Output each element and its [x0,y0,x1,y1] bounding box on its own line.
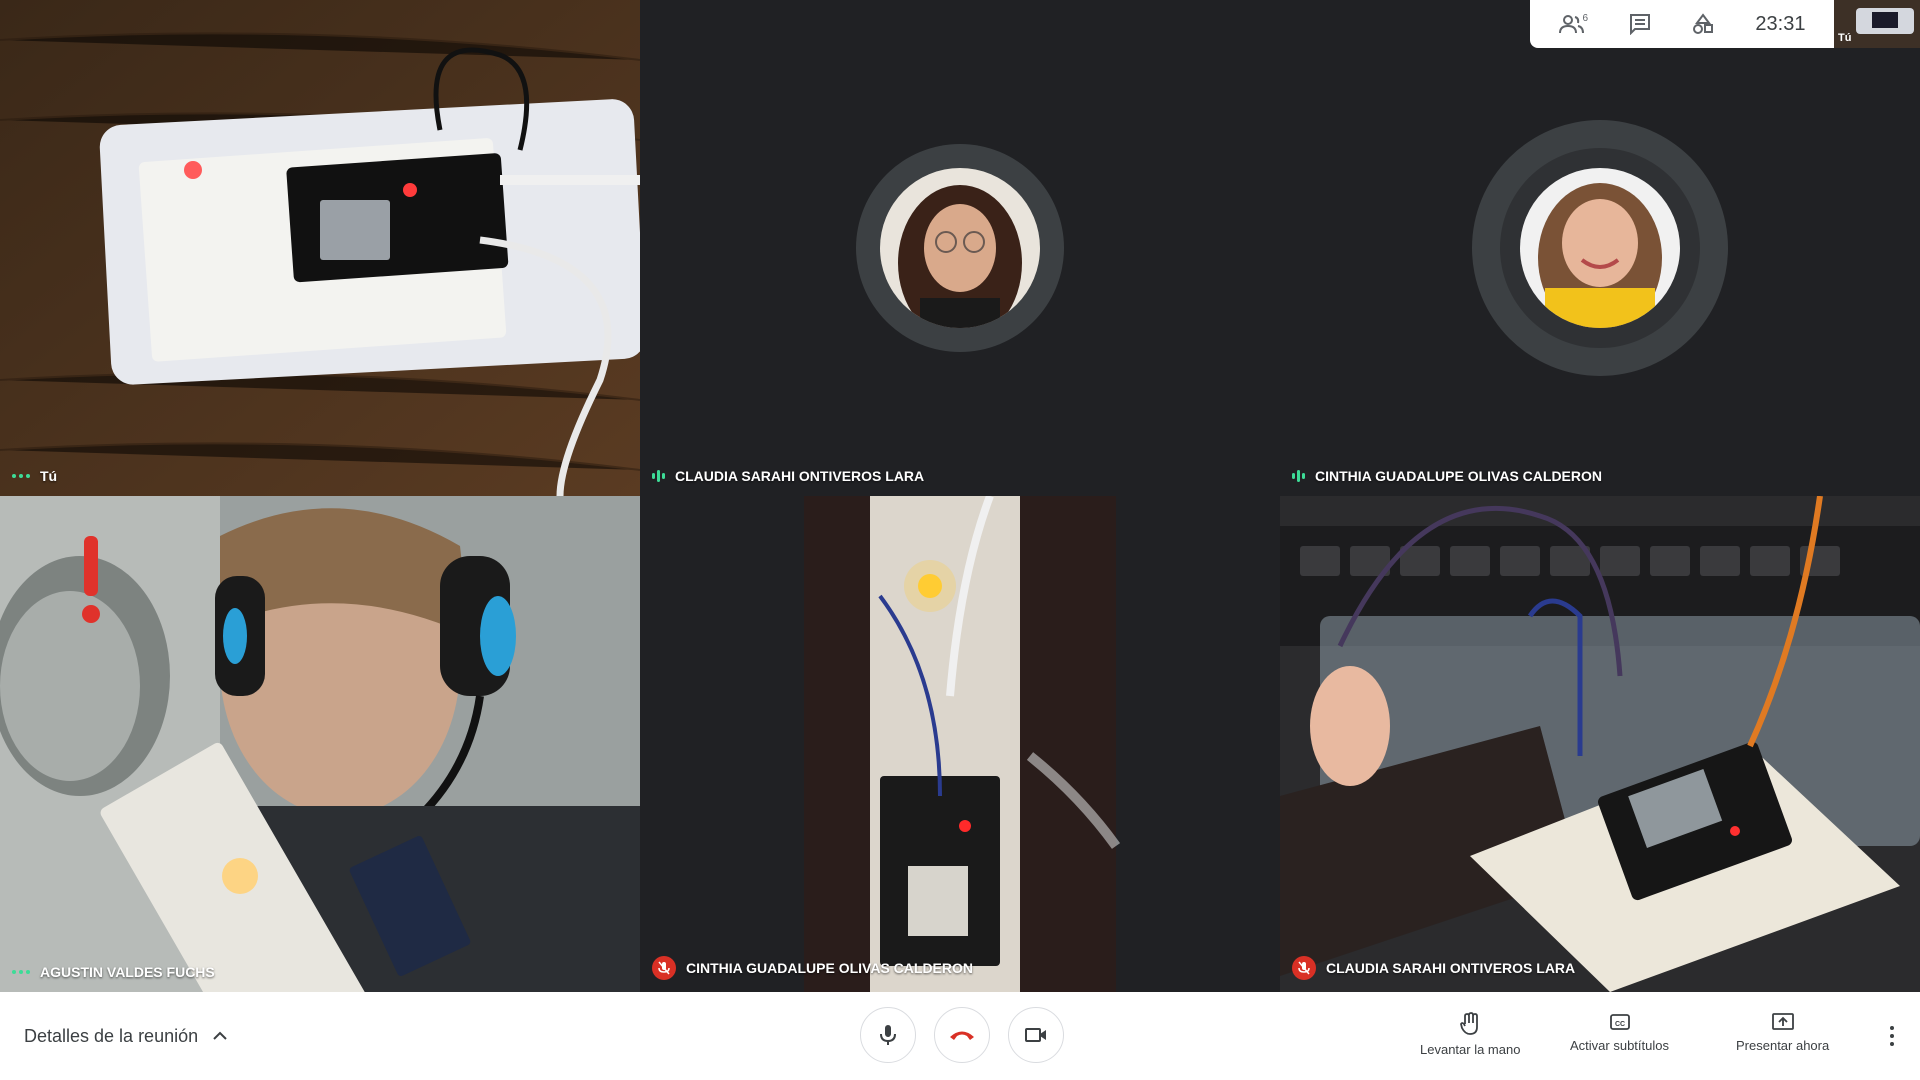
mic-off-icon [1292,956,1316,980]
top-info-bar: 6 23:31 [1530,0,1834,48]
video-feed-breadboard [1280,496,1920,992]
present-now-button[interactable]: Presentar ahora [1736,1012,1829,1053]
video-grid: Tú CLAUDIA SARAHI ONTIVEROS LARA CINTHIA… [0,0,1920,992]
closed-captions-icon: CC [1609,1014,1630,1030]
present-screen-icon [1771,1013,1794,1030]
avatar-ring [856,144,1064,352]
meeting-details-label: Detalles de la reunión [24,1025,199,1046]
microphone-button[interactable] [860,1007,916,1063]
more-vert-icon [1890,1026,1894,1030]
svg-text:CC: CC [1614,1021,1624,1028]
activities-button[interactable] [1680,0,1726,48]
avatar [880,168,1040,328]
clock: 23:31 [1755,12,1806,35]
participant-name-label: CINTHIA GUADALUPE OLIVAS CALDERON [1292,468,1602,484]
speaking-indicator-icon [1292,469,1305,483]
raise-hand-button[interactable]: Levantar la mano [1420,1012,1520,1057]
participant-name: CLAUDIA SARAHI ONTIVEROS LARA [675,468,925,484]
video-feed-breadboard [640,496,1280,992]
hand-icon [1460,1012,1479,1035]
raise-hand-label: Levantar la mano [1420,1042,1521,1057]
participant-name-label: CINTHIA GUADALUPE OLIVAS CALDERON [652,956,973,980]
self-thumbnail-label: Tú [1838,32,1852,44]
more-options-button[interactable] [1880,1020,1904,1052]
participant-name-label: CLAUDIA SARAHI ONTIVEROS LARA [1292,956,1575,980]
more-dots-icon [12,474,30,478]
avatar-photo [1520,168,1680,328]
captions-label: Activar subtítulos [1570,1038,1669,1053]
participant-name: Tú [40,468,58,484]
avatar [1520,168,1680,328]
participant-name-label: Tú [12,468,57,484]
participant-tile-agustin[interactable]: AGUSTIN VALDES FUCHS [0,496,640,992]
hang-up-button[interactable] [934,1007,990,1063]
participant-tile-claudia[interactable]: CLAUDIA SARAHI ONTIVEROS LARA [640,0,1280,496]
hang-up-icon [950,1031,974,1040]
participant-tile-self[interactable]: Tú [0,0,640,496]
participant-name: CLAUDIA SARAHI ONTIVEROS LARA [1326,960,1576,976]
chevron-up-icon [213,1031,227,1040]
activities-icon [1693,13,1714,34]
participant-name: AGUSTIN VALDES FUCHS [40,964,215,980]
microphone-icon [880,1025,896,1045]
captions-button[interactable]: CC Activar subtítulos [1570,1012,1669,1053]
mic-off-icon [652,956,676,980]
participants-count: 6 [1582,12,1589,24]
chat-icon [1630,14,1651,35]
participants-button[interactable]: 6 [1547,0,1601,48]
participant-tile-claudia-video[interactable]: CLAUDIA SARAHI ONTIVEROS LARA [1280,496,1920,992]
participant-name: CINTHIA GUADALUPE OLIVAS CALDERON [1315,468,1602,484]
video-feed-person [0,496,640,992]
camera-icon [1025,1028,1046,1042]
present-now-label: Presentar ahora [1736,1038,1830,1053]
meeting-details-button[interactable]: Detalles de la reunión [24,992,228,1080]
participant-tile-cinthia-video[interactable]: CINTHIA GUADALUPE OLIVAS CALDERON [640,496,1280,992]
participant-name-label: CLAUDIA SARAHI ONTIVEROS LARA [652,468,924,484]
avatar-photo [880,168,1040,328]
bottom-control-bar: Detalles de la reunión Levantar la mano … [0,992,1920,1080]
participant-name-label: AGUSTIN VALDES FUCHS [12,964,215,980]
self-view-thumbnail[interactable]: Tú [1834,0,1920,48]
camera-button[interactable] [1008,1007,1064,1063]
speaking-indicator-icon [652,469,665,483]
participant-name: CINTHIA GUADALUPE OLIVAS CALDERON [686,960,973,976]
avatar-inner-ring [1500,148,1700,348]
more-dots-icon [12,970,30,974]
participant-tile-cinthia[interactable]: CINTHIA GUADALUPE OLIVAS CALDERON [1280,0,1920,496]
chat-button[interactable] [1617,0,1663,48]
avatar-ring [1472,120,1728,376]
video-feed-breadboard [0,0,640,496]
call-controls [860,1007,1064,1063]
